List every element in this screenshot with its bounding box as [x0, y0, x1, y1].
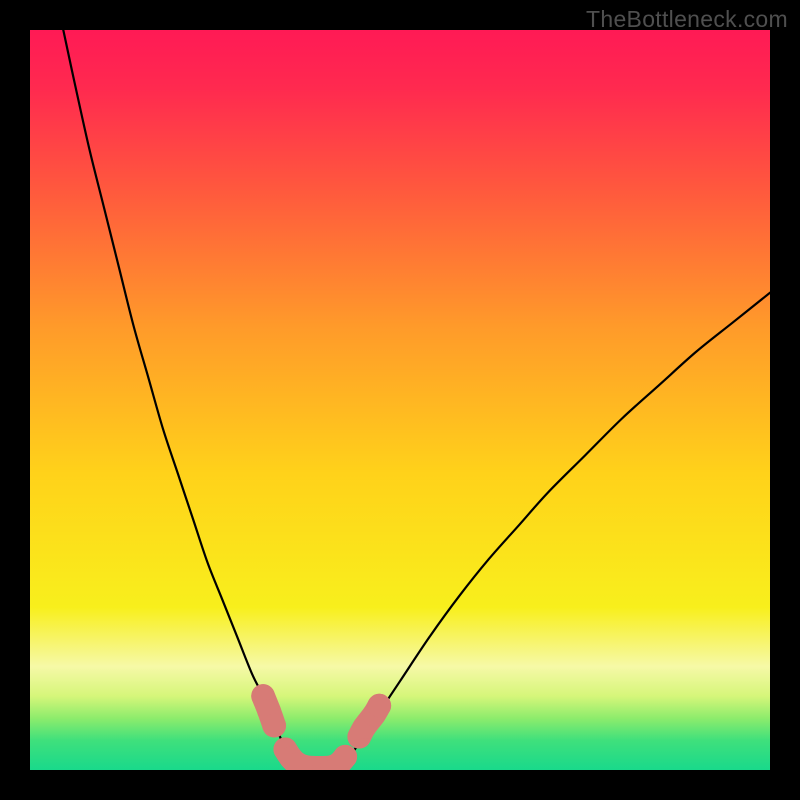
marker-dot: [262, 714, 286, 738]
chart-frame: TheBottleneck.com: [0, 0, 800, 800]
marker-dot: [333, 745, 357, 769]
marker-dot: [367, 694, 391, 718]
bottleneck-chart: [30, 30, 770, 770]
gradient-background: [30, 30, 770, 770]
plot-area: [30, 30, 770, 770]
watermark-text: TheBottleneck.com: [586, 6, 788, 33]
